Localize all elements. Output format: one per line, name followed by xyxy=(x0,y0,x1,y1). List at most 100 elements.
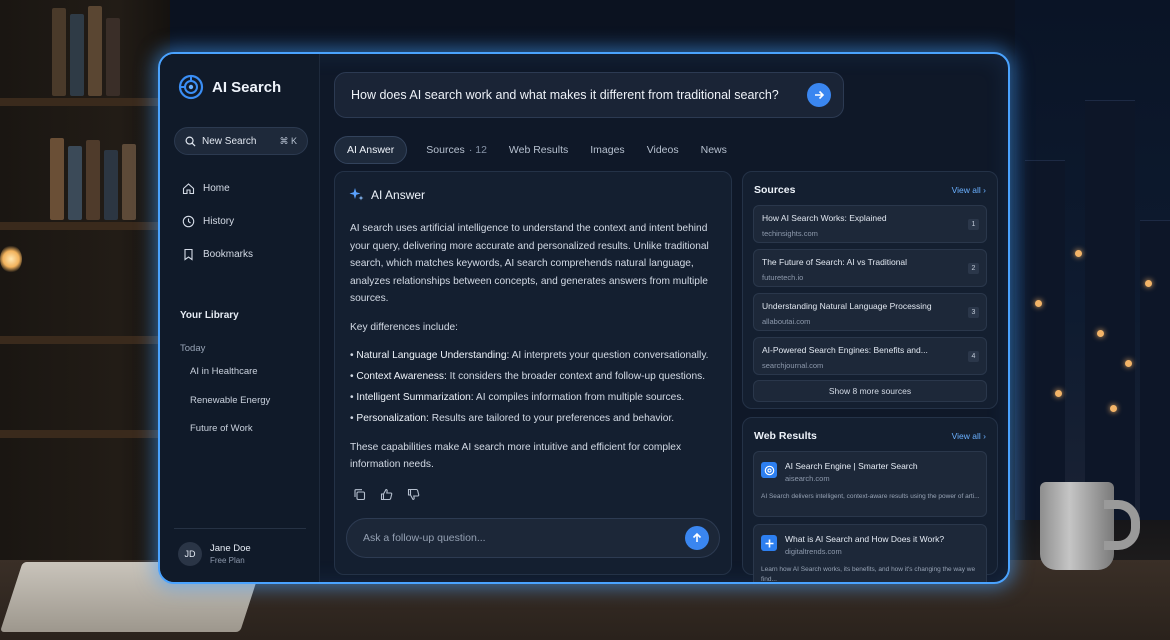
sources-title: Sources xyxy=(754,184,796,196)
source-number-badge: 3 xyxy=(968,307,979,318)
search-icon xyxy=(185,136,196,147)
brand[interactable]: AI Search xyxy=(178,74,281,100)
avatar: JD xyxy=(178,542,202,566)
tab-label: Web Results xyxy=(508,144,569,156)
search-query: How does AI search work and what makes i… xyxy=(351,88,779,102)
tab-label: Images xyxy=(590,144,625,156)
sidebar-item-label: Bookmarks xyxy=(203,249,254,260)
library-group-label: Today xyxy=(180,343,206,354)
source-number-badge: 2 xyxy=(968,263,979,274)
user-plan: Free Plan xyxy=(210,556,245,565)
bookmark-icon xyxy=(184,248,193,261)
tab-sources[interactable]: Sources · 12 xyxy=(415,136,498,164)
aisearch-favicon-icon xyxy=(761,462,777,478)
list-item: Personalization: Results are tailored to… xyxy=(350,410,720,428)
source-title: Understanding Natural Language Processin… xyxy=(762,301,932,311)
plus-favicon-icon xyxy=(761,535,777,551)
copy-icon[interactable] xyxy=(353,488,366,501)
source-item[interactable]: The Future of Search: AI vs Traditional … xyxy=(753,249,987,287)
tab-web-results[interactable]: Web Results xyxy=(498,136,579,164)
arrow-right-icon xyxy=(815,90,825,100)
web-results-view-all-link[interactable]: View all › xyxy=(952,431,986,441)
sources-header: Sources View all › xyxy=(754,184,986,196)
sparkle-icon xyxy=(349,188,364,201)
tab-count: · 12 xyxy=(468,144,487,156)
answer-body: AI search uses artificial intelligence t… xyxy=(350,220,720,485)
answer-header: AI Answer xyxy=(349,187,425,202)
source-item[interactable]: How AI Search Works: Explained techinsig… xyxy=(753,205,987,243)
source-domain: techinsights.com xyxy=(762,229,818,238)
background-lamp xyxy=(0,245,22,273)
difference-text: AI compiles information from multiple so… xyxy=(473,392,685,403)
answer-title: AI Answer xyxy=(371,187,426,202)
web-result-title: What is AI Search and How Does it Work? xyxy=(785,534,945,544)
show-more-sources-button[interactable]: Show 8 more sources xyxy=(753,380,987,402)
user-profile[interactable]: JD Jane Doe Free Plan xyxy=(178,542,251,566)
background-mug-handle xyxy=(1104,500,1140,550)
list-item: Natural Language Understanding: AI inter… xyxy=(350,347,720,365)
followup-submit-button[interactable] xyxy=(685,526,709,550)
new-search-shortcut: ⌘ K xyxy=(279,135,297,146)
tab-ai-answer[interactable]: AI Answer xyxy=(334,136,408,164)
source-title: AI-Powered Search Engines: Benefits and.… xyxy=(762,345,928,355)
source-domain: searchjournal.com xyxy=(762,361,824,370)
web-result-domain: aisearch.com xyxy=(785,474,830,483)
tab-videos[interactable]: Videos xyxy=(636,136,690,164)
difference-term: Context Awareness: xyxy=(356,371,447,382)
source-title: How AI Search Works: Explained xyxy=(762,213,887,223)
search-bar[interactable]: How does AI search work and what makes i… xyxy=(334,72,844,118)
web-result-domain: digitaltrends.com xyxy=(785,547,842,556)
background-mug xyxy=(1040,482,1114,570)
web-result-title: AI Search Engine | Smarter Search xyxy=(785,461,918,471)
new-search-button[interactable]: New Search ⌘ K xyxy=(174,127,308,155)
new-search-label: New Search xyxy=(202,135,257,147)
view-all-label: View all xyxy=(951,185,981,195)
followup-input[interactable] xyxy=(363,532,685,544)
source-number-badge: 1 xyxy=(968,219,979,230)
difference-text: Results are tailored to your preferences… xyxy=(428,413,675,424)
web-result-item[interactable]: AI Search Engine | Smarter Search aisear… xyxy=(753,451,987,517)
plus-icon xyxy=(765,539,773,547)
answer-differences-heading: Key differences include: xyxy=(350,321,458,333)
app-title: AI Search xyxy=(212,78,282,96)
library-item-renewable-energy[interactable]: Renewable Energy xyxy=(190,395,270,424)
list-item: Context Awareness: It considers the broa… xyxy=(350,368,720,386)
web-results-title: Web Results xyxy=(754,430,817,442)
arrow-up-icon xyxy=(692,532,702,542)
background-bookshelf xyxy=(0,0,170,560)
tab-label: News xyxy=(700,144,727,156)
background-city-window xyxy=(1015,0,1170,520)
tab-news[interactable]: News xyxy=(690,136,738,164)
home-icon xyxy=(182,183,195,195)
source-item[interactable]: AI-Powered Search Engines: Benefits and.… xyxy=(753,337,987,375)
submit-search-button[interactable] xyxy=(807,83,831,107)
web-results-header: Web Results View all › xyxy=(754,430,986,442)
tab-label: Videos xyxy=(646,144,679,156)
user-name: Jane Doe xyxy=(210,543,251,554)
tab-images[interactable]: Images xyxy=(579,136,635,164)
library-item-ai-in-healthcare[interactable]: AI in Healthcare xyxy=(190,366,270,395)
divider xyxy=(174,528,306,529)
sidebar-item-history[interactable]: History xyxy=(182,205,253,238)
source-item[interactable]: Understanding Natural Language Processin… xyxy=(753,293,987,331)
sidebar-item-home[interactable]: Home xyxy=(182,172,253,205)
view-all-label: View all xyxy=(951,431,981,441)
web-result-item[interactable]: What is AI Search and How Does it Work? … xyxy=(753,524,987,583)
difference-term: Intelligent Summarization: xyxy=(356,392,474,403)
source-domain: allaboutai.com xyxy=(762,317,811,326)
sidebar-item-bookmarks[interactable]: Bookmarks xyxy=(182,238,253,271)
thumbs-up-icon[interactable] xyxy=(380,488,393,501)
thumbs-down-icon[interactable] xyxy=(407,488,420,501)
sources-card: Sources View all › How AI Search Works: … xyxy=(742,171,998,409)
library-item-future-of-work[interactable]: Future of Work xyxy=(190,423,270,452)
web-result-snippet: Learn how AI Search works, its benefits,… xyxy=(761,566,976,583)
answer-intro: AI search uses artificial intelligence t… xyxy=(350,223,709,304)
sources-view-all-link[interactable]: View all › xyxy=(952,185,986,195)
web-results-card: Web Results View all › AI Search Engine … xyxy=(742,417,998,582)
app-window: AI Search New Search ⌘ K Home History Bo… xyxy=(158,52,1010,584)
sidebar-item-label: Home xyxy=(203,183,230,194)
differences-list: Natural Language Understanding: AI inter… xyxy=(350,347,720,428)
source-title: The Future of Search: AI vs Traditional xyxy=(762,257,908,267)
difference-term: Personalization: xyxy=(356,413,429,424)
answer-conclusion: These capabilities make AI search more i… xyxy=(350,441,682,471)
